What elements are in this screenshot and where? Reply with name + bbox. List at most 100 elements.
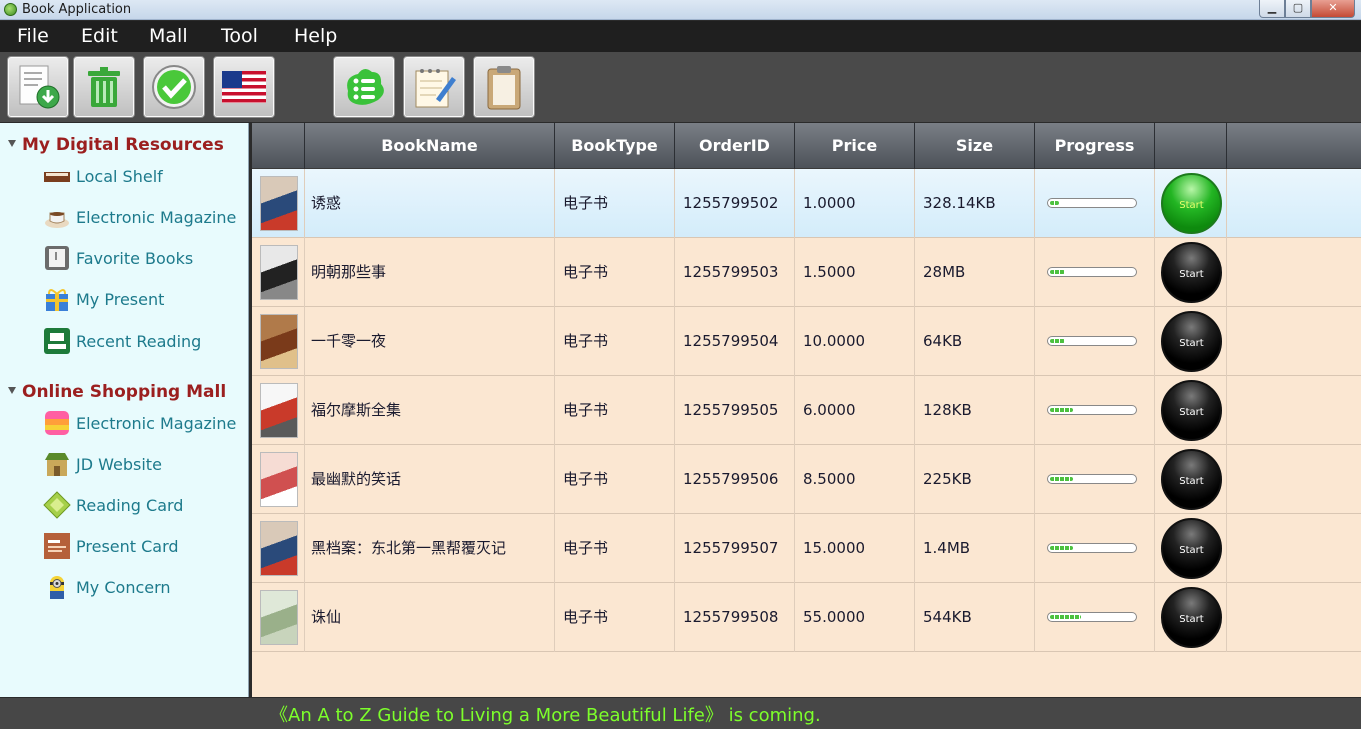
- us-flag-icon: [222, 71, 266, 103]
- window-controls: ▁ ▢ ✕: [1259, 0, 1355, 18]
- download-button[interactable]: [7, 56, 69, 118]
- maximize-button[interactable]: ▢: [1285, 0, 1311, 18]
- cell-progress: [1035, 376, 1155, 445]
- progress-fill: [1050, 339, 1065, 343]
- app-logo-icon: [4, 3, 17, 16]
- cell-order: 1255799507: [675, 514, 795, 583]
- cell-type: 电子书: [555, 445, 675, 514]
- header-booktype[interactable]: BookType: [555, 123, 675, 169]
- confirm-button[interactable]: [143, 56, 205, 118]
- start-button[interactable]: Start: [1161, 587, 1222, 648]
- table-row[interactable]: 诱惑 电子书 1255799502 1.0000 328.14KB Start: [252, 169, 1361, 238]
- language-button[interactable]: [213, 56, 275, 118]
- progress-bar: [1047, 474, 1137, 484]
- cell-name: 一千零一夜: [305, 307, 555, 376]
- cell-price: 15.0000: [795, 514, 915, 583]
- table-row[interactable]: 最幽默的笑话 电子书 1255799506 8.5000 225KB Start: [252, 445, 1361, 514]
- sidebar-item-present-card[interactable]: Present Card: [43, 531, 179, 561]
- shop-icon: [45, 453, 69, 476]
- cell-type: 电子书: [555, 238, 675, 307]
- menu-mall[interactable]: Mall: [149, 25, 188, 47]
- book-cover-thumbnail: [260, 383, 298, 438]
- list-button[interactable]: [333, 56, 395, 118]
- sidebar-item-recent-reading[interactable]: Recent Reading: [43, 326, 201, 356]
- table-header: BookName BookType OrderID Price Size Pro…: [252, 123, 1361, 169]
- header-progress[interactable]: Progress: [1035, 123, 1155, 169]
- table-row[interactable]: 明朝那些事 电子书 1255799503 1.5000 28MB Start: [252, 238, 1361, 307]
- cell-action: Start: [1155, 307, 1227, 376]
- sidebar-item-favorite-books[interactable]: Favorite Books: [43, 243, 193, 273]
- sidebar-item-local-shelf[interactable]: Local Shelf: [43, 161, 163, 191]
- start-button[interactable]: Start: [1161, 449, 1222, 510]
- card-diamond-icon: [43, 491, 71, 519]
- progress-bar: [1047, 405, 1137, 415]
- notes-button[interactable]: [403, 56, 465, 118]
- cell-type: 电子书: [555, 583, 675, 652]
- minion-icon: [50, 576, 64, 599]
- cell-progress: [1035, 514, 1155, 583]
- progress-bar: [1047, 612, 1137, 622]
- header-bookname[interactable]: BookName: [305, 123, 555, 169]
- status-message: 《An A to Z Guide to Living a More Beauti…: [270, 705, 821, 726]
- book-cover-thumbnail: [260, 176, 298, 231]
- sidebar-item-my-concern[interactable]: My Concern: [43, 572, 171, 602]
- progress-fill: [1050, 546, 1073, 550]
- check-icon: [152, 65, 196, 109]
- group-digital-resources[interactable]: My Digital Resources: [8, 135, 224, 155]
- progress-bar: [1047, 267, 1137, 277]
- cover-cell: [252, 376, 305, 445]
- sidebar-item-electronic-magazine[interactable]: Electronic Magazine: [43, 202, 236, 232]
- header-price[interactable]: Price: [795, 123, 915, 169]
- cell-name: 黑档案：东北第一黑帮覆灭记: [305, 514, 555, 583]
- sidebar-item-jd-website[interactable]: JD Website: [43, 449, 162, 479]
- sidebar-item-my-present[interactable]: My Present: [43, 284, 164, 314]
- order-table: BookName BookType OrderID Price Size Pro…: [252, 123, 1361, 697]
- window-title: Book Application: [22, 2, 132, 17]
- collapse-triangle-icon[interactable]: [8, 139, 16, 147]
- cell-order: 1255799508: [675, 583, 795, 652]
- cell-action: Start: [1155, 445, 1227, 514]
- start-button[interactable]: Start: [1161, 518, 1222, 579]
- cell-order: 1255799503: [675, 238, 795, 307]
- cell-progress: [1035, 238, 1155, 307]
- table-row[interactable]: 一千零一夜 电子书 1255799504 10.0000 64KB Start: [252, 307, 1361, 376]
- start-button[interactable]: Start: [1161, 311, 1222, 372]
- cell-type: 电子书: [555, 169, 675, 238]
- cell-type: 电子书: [555, 376, 675, 445]
- menu-tool[interactable]: Tool: [221, 25, 258, 47]
- start-button[interactable]: Start: [1161, 173, 1222, 234]
- sidebar-item-reading-card[interactable]: Reading Card: [43, 490, 183, 520]
- cell-size: 28MB: [915, 238, 1035, 307]
- table-row[interactable]: 黑档案：东北第一黑帮覆灭记 电子书 1255799507 15.0000 1.4MB St…: [252, 514, 1361, 583]
- start-button[interactable]: Start: [1161, 242, 1222, 303]
- cell-size: 328.14KB: [915, 169, 1035, 238]
- table-row[interactable]: 福尔摩斯全集 电子书 1255799505 6.0000 128KB Start: [252, 376, 1361, 445]
- sidebar-item-mall-electronic-magazine[interactable]: Electronic Magazine: [43, 408, 236, 438]
- table-row[interactable]: 诛仙 电子书 1255799508 55.0000 544KB Start: [252, 583, 1361, 652]
- menu-edit[interactable]: Edit: [81, 25, 118, 47]
- progress-fill: [1050, 477, 1073, 481]
- delete-button[interactable]: [73, 56, 135, 118]
- book-cover-thumbnail: [260, 245, 298, 300]
- cover-cell: [252, 583, 305, 652]
- progress-fill: [1050, 615, 1081, 619]
- toolbar: [0, 52, 1361, 122]
- cell-action: Start: [1155, 169, 1227, 238]
- minimize-button[interactable]: ▁: [1259, 0, 1285, 18]
- header-orderid[interactable]: OrderID: [675, 123, 795, 169]
- header-size[interactable]: Size: [915, 123, 1035, 169]
- progress-bar: [1047, 336, 1137, 346]
- book-cover-thumbnail: [260, 452, 298, 507]
- progress-bar: [1047, 198, 1137, 208]
- menu-file[interactable]: File: [17, 25, 49, 47]
- collapse-triangle-icon[interactable]: [8, 386, 16, 394]
- color-bars-icon: [45, 411, 69, 435]
- group-online-shopping-mall[interactable]: Online Shopping Mall: [8, 382, 226, 402]
- cell-name: 最幽默的笑话: [305, 445, 555, 514]
- menu-help[interactable]: Help: [294, 25, 337, 47]
- close-button[interactable]: ✕: [1311, 0, 1355, 18]
- cover-cell: [252, 445, 305, 514]
- cell-name: 明朝那些事: [305, 238, 555, 307]
- start-button[interactable]: Start: [1161, 380, 1222, 441]
- clipboard-button[interactable]: [473, 56, 535, 118]
